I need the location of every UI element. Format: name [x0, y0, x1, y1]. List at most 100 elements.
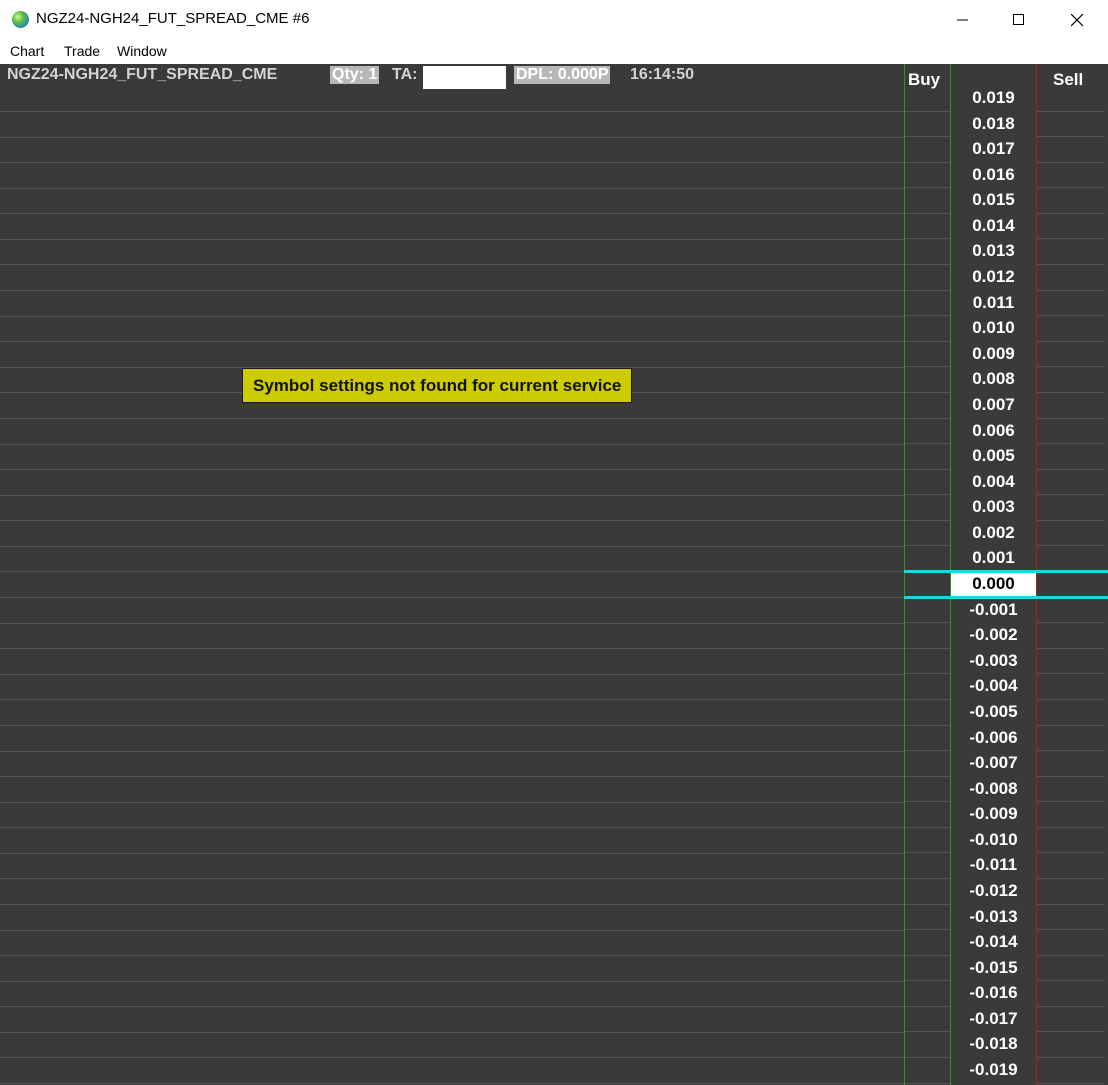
price-cell[interactable]: -0.012 — [951, 879, 1036, 903]
sell-row-line — [1037, 341, 1105, 342]
sell-row-line — [1037, 290, 1105, 291]
grid-line — [0, 213, 904, 214]
current-price-cell[interactable]: 0.000 — [951, 572, 1036, 596]
buy-row-line — [905, 929, 950, 930]
sell-row-line — [1037, 418, 1105, 419]
close-button[interactable] — [1048, 0, 1106, 40]
price-cell[interactable]: 0.009 — [951, 342, 1036, 366]
sell-row-line — [1037, 520, 1105, 521]
buy-row-line — [905, 520, 950, 521]
sell-row-line — [1037, 315, 1105, 316]
buy-row-line — [905, 1057, 950, 1058]
chart-area[interactable] — [0, 64, 904, 1085]
grid-line — [0, 239, 904, 240]
menu-chart[interactable]: Chart — [10, 43, 44, 59]
buy-row-line — [905, 980, 950, 981]
price-cell[interactable]: 0.011 — [951, 291, 1036, 315]
price-cell[interactable]: 0.010 — [951, 316, 1036, 340]
price-cell[interactable]: 0.019 — [951, 86, 1036, 110]
grid-line — [0, 776, 904, 777]
price-cell[interactable]: 0.006 — [951, 419, 1036, 443]
buy-row-line — [905, 827, 950, 828]
price-cell[interactable]: -0.014 — [951, 930, 1036, 954]
sell-row-line — [1037, 1031, 1105, 1032]
menu-window[interactable]: Window — [117, 43, 167, 59]
price-cell[interactable]: -0.008 — [951, 777, 1036, 801]
buy-row-line — [905, 1031, 950, 1032]
price-cell[interactable]: -0.010 — [951, 828, 1036, 852]
ta-field[interactable] — [423, 66, 506, 89]
price-cell[interactable]: 0.014 — [951, 214, 1036, 238]
sell-header: Sell — [1053, 70, 1084, 89]
price-cell[interactable]: -0.015 — [951, 956, 1036, 980]
price-cell[interactable]: -0.016 — [951, 981, 1036, 1005]
price-cell[interactable]: 0.015 — [951, 188, 1036, 212]
buy-row-line — [905, 725, 950, 726]
price-cell[interactable]: -0.009 — [951, 802, 1036, 826]
buy-row-line — [905, 750, 950, 751]
price-cell[interactable]: -0.013 — [951, 905, 1036, 929]
price-cell[interactable]: 0.016 — [951, 163, 1036, 187]
grid-line — [0, 571, 904, 572]
grid-line — [0, 341, 904, 342]
sell-row-line — [1037, 622, 1105, 623]
sell-row-line — [1037, 392, 1105, 393]
price-cell[interactable]: 0.013 — [951, 239, 1036, 263]
price-cell[interactable]: 0.018 — [951, 112, 1036, 136]
ta-label: TA: — [392, 66, 418, 83]
sell-row-line — [1037, 699, 1105, 700]
price-cell[interactable]: -0.007 — [951, 751, 1036, 775]
sell-row-line — [1037, 162, 1105, 163]
buy-row-line — [905, 904, 950, 905]
buy-row-line — [905, 1006, 950, 1007]
grid-line — [0, 495, 904, 496]
grid-line — [0, 162, 904, 163]
price-cell[interactable]: -0.003 — [951, 649, 1036, 673]
price-cell[interactable]: 0.007 — [951, 393, 1036, 417]
maximize-button[interactable] — [990, 0, 1048, 40]
price-cell[interactable]: 0.012 — [951, 265, 1036, 289]
qty-badge[interactable]: Qty: 1 — [330, 66, 380, 84]
price-cell[interactable]: -0.019 — [951, 1058, 1036, 1082]
grid-line — [0, 751, 904, 752]
close-icon — [1070, 13, 1083, 26]
sell-row-line — [1037, 136, 1105, 137]
sell-row-line — [1037, 366, 1105, 367]
minimize-button[interactable] — [934, 0, 992, 40]
buy-row-line — [905, 545, 950, 546]
price-cell[interactable]: -0.002 — [951, 623, 1036, 647]
sell-row-line — [1037, 929, 1105, 930]
buy-column[interactable] — [904, 64, 951, 1085]
price-cell[interactable]: 0.004 — [951, 470, 1036, 494]
price-cell[interactable]: -0.018 — [951, 1032, 1036, 1056]
menu-trade[interactable]: Trade — [64, 43, 100, 59]
symbol-label: NGZ24-NGH24_FUT_SPREAD_CME — [7, 66, 278, 83]
sell-row-line — [1037, 494, 1105, 495]
price-cell[interactable]: 0.008 — [951, 367, 1036, 391]
price-cell[interactable]: 0.005 — [951, 444, 1036, 468]
price-cell[interactable]: -0.006 — [951, 726, 1036, 750]
grid-line — [0, 853, 904, 854]
price-cell[interactable]: 0.001 — [951, 546, 1036, 570]
grid-line — [0, 878, 904, 879]
price-cell[interactable]: 0.002 — [951, 521, 1036, 545]
current-price-line — [904, 570, 1108, 573]
buy-header: Buy — [908, 70, 941, 89]
price-cell[interactable]: -0.005 — [951, 700, 1036, 724]
buy-row-line — [905, 1083, 950, 1084]
price-cell[interactable]: 0.017 — [951, 137, 1036, 161]
grid-line — [0, 111, 904, 112]
price-cell[interactable]: 0.003 — [951, 495, 1036, 519]
buy-row-line — [905, 264, 950, 265]
price-cell[interactable]: -0.004 — [951, 674, 1036, 698]
price-cell[interactable]: -0.017 — [951, 1007, 1036, 1031]
price-cell[interactable]: -0.001 — [951, 598, 1036, 622]
sell-row-line — [1037, 648, 1105, 649]
sell-row-line — [1037, 238, 1105, 239]
grid-line — [0, 904, 904, 905]
price-cell[interactable]: -0.011 — [951, 853, 1036, 877]
buy-row-line — [905, 187, 950, 188]
grid-line — [0, 725, 904, 726]
sell-column[interactable] — [1036, 64, 1108, 1085]
maximize-icon — [1013, 14, 1024, 25]
